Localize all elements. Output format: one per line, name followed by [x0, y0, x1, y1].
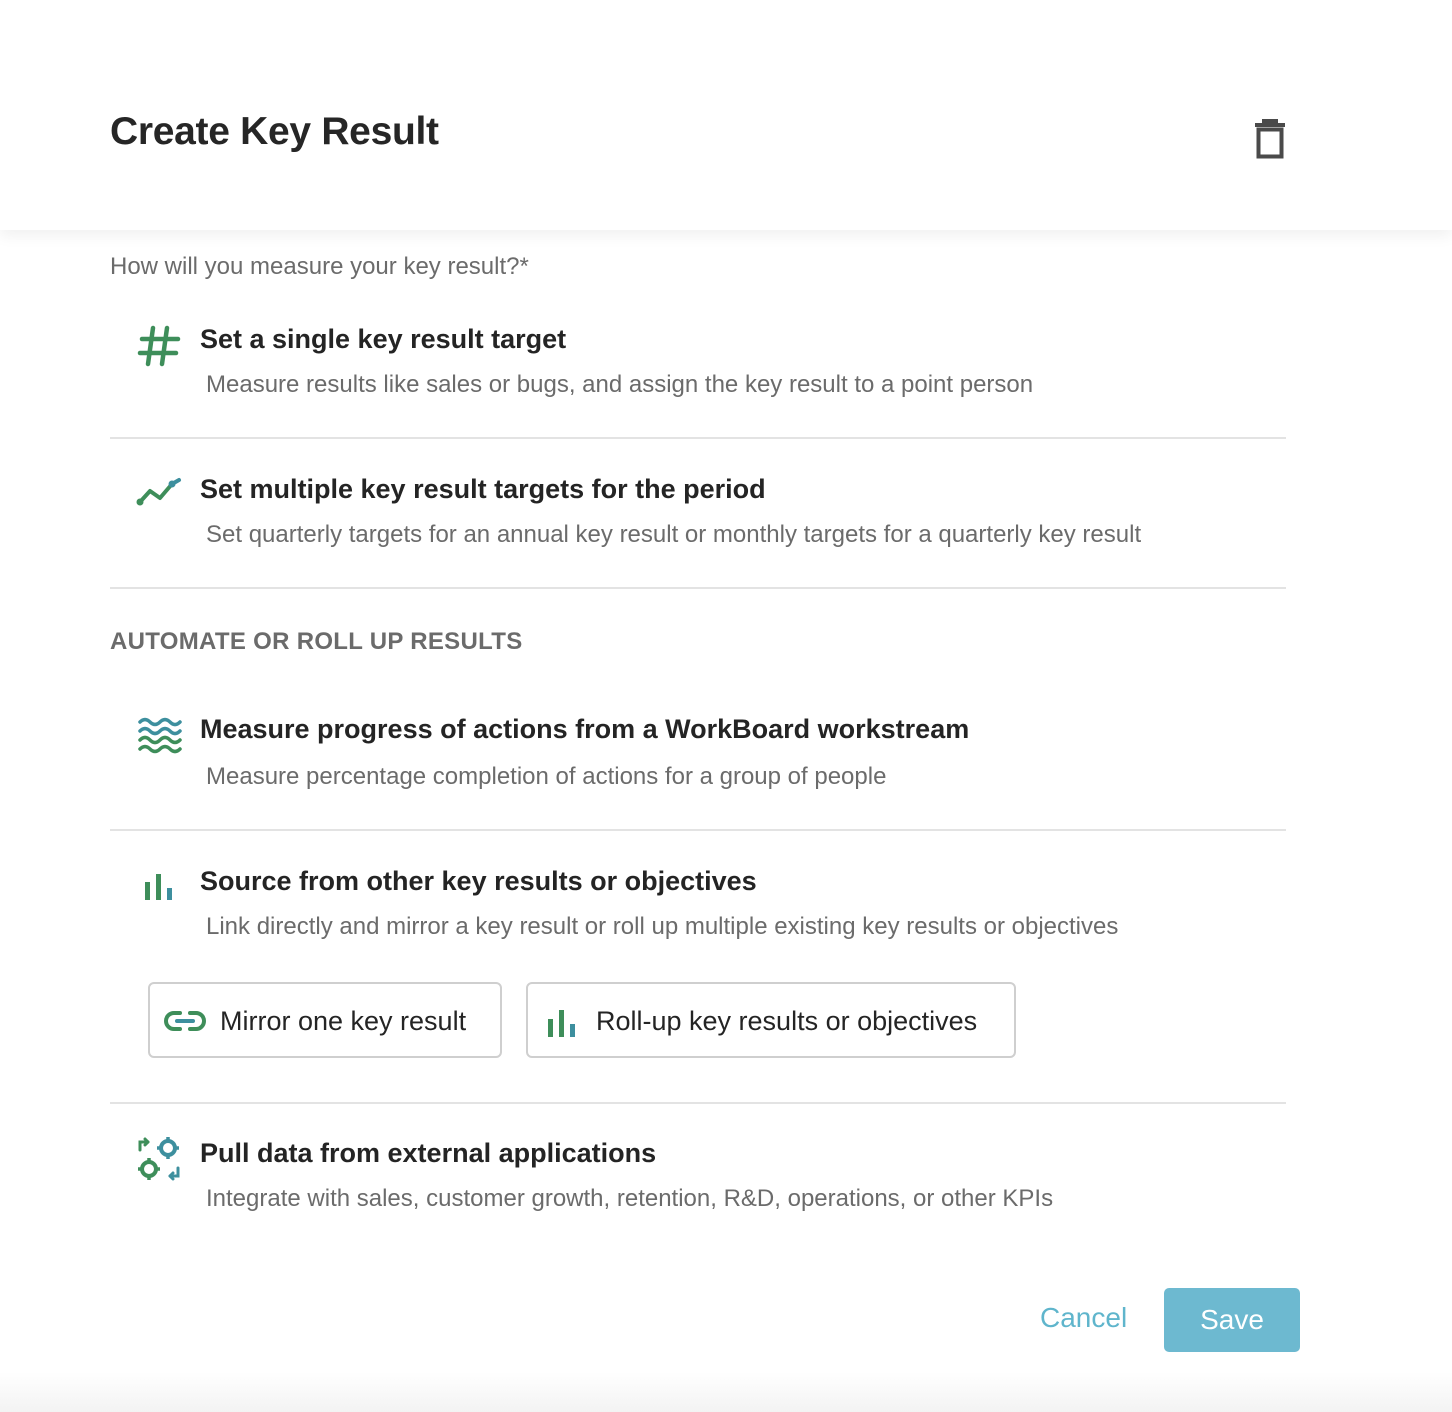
hash-icon	[136, 324, 182, 367]
trend-line-icon	[136, 474, 182, 514]
option-title: Measure progress of actions from a WorkB…	[200, 714, 970, 744]
page-title: Create Key Result	[110, 110, 439, 153]
divider	[110, 829, 1286, 831]
cancel-button[interactable]: Cancel	[1040, 1300, 1127, 1336]
divider	[110, 1102, 1286, 1104]
option-description: Integrate with sales, customer growth, r…	[206, 1185, 1054, 1212]
option-title: Set multiple key result targets for the …	[200, 474, 766, 504]
option-external-applications[interactable]: Pull data from external applications Int…	[110, 1134, 1286, 1234]
option-workstream[interactable]: Measure progress of actions from a WorkB…	[110, 710, 1286, 810]
option-title: Set a single key result target	[200, 324, 567, 354]
option-description: Measure results like sales or bugs, and …	[206, 371, 1034, 398]
divider	[110, 437, 1286, 439]
save-button[interactable]: Save	[1164, 1288, 1300, 1352]
mirror-key-result-button[interactable]: Mirror one key result	[148, 982, 502, 1058]
option-source-other-key-results[interactable]: Source from other key results or objecti…	[110, 862, 1286, 962]
workstream-waves-icon	[136, 714, 182, 754]
option-description: Measure percentage completion of actions…	[206, 763, 887, 790]
dialog-header: Create Key Result	[0, 0, 1452, 230]
mirror-key-result-label: Mirror one key result	[220, 1006, 467, 1036]
create-key-result-dialog: Create Key Result How will you measure y…	[0, 0, 1452, 1412]
rollup-key-results-button[interactable]: Roll-up key results or objectives	[526, 982, 1016, 1058]
link-icon	[164, 1010, 206, 1037]
divider	[110, 587, 1286, 589]
option-single-target[interactable]: Set a single key result target Measure r…	[110, 320, 1286, 420]
bar-chart-icon	[544, 1008, 580, 1043]
option-description: Link directly and mirror a key result or…	[206, 913, 1119, 940]
integration-gears-icon	[136, 1136, 182, 1181]
option-description: Set quarterly targets for an annual key …	[206, 521, 1142, 548]
trash-icon[interactable]	[1253, 118, 1287, 160]
option-multiple-targets[interactable]: Set multiple key result targets for the …	[110, 470, 1286, 570]
option-title: Source from other key results or objecti…	[200, 866, 757, 896]
rollup-key-results-label: Roll-up key results or objectives	[596, 1006, 978, 1036]
bar-chart-icon	[136, 870, 182, 910]
measure-question: How will you measure your key result?*	[110, 253, 529, 280]
bottom-shadow	[0, 1372, 1452, 1412]
section-heading: AUTOMATE OR ROLL UP RESULTS	[110, 628, 523, 655]
option-title: Pull data from external applications	[200, 1138, 657, 1168]
